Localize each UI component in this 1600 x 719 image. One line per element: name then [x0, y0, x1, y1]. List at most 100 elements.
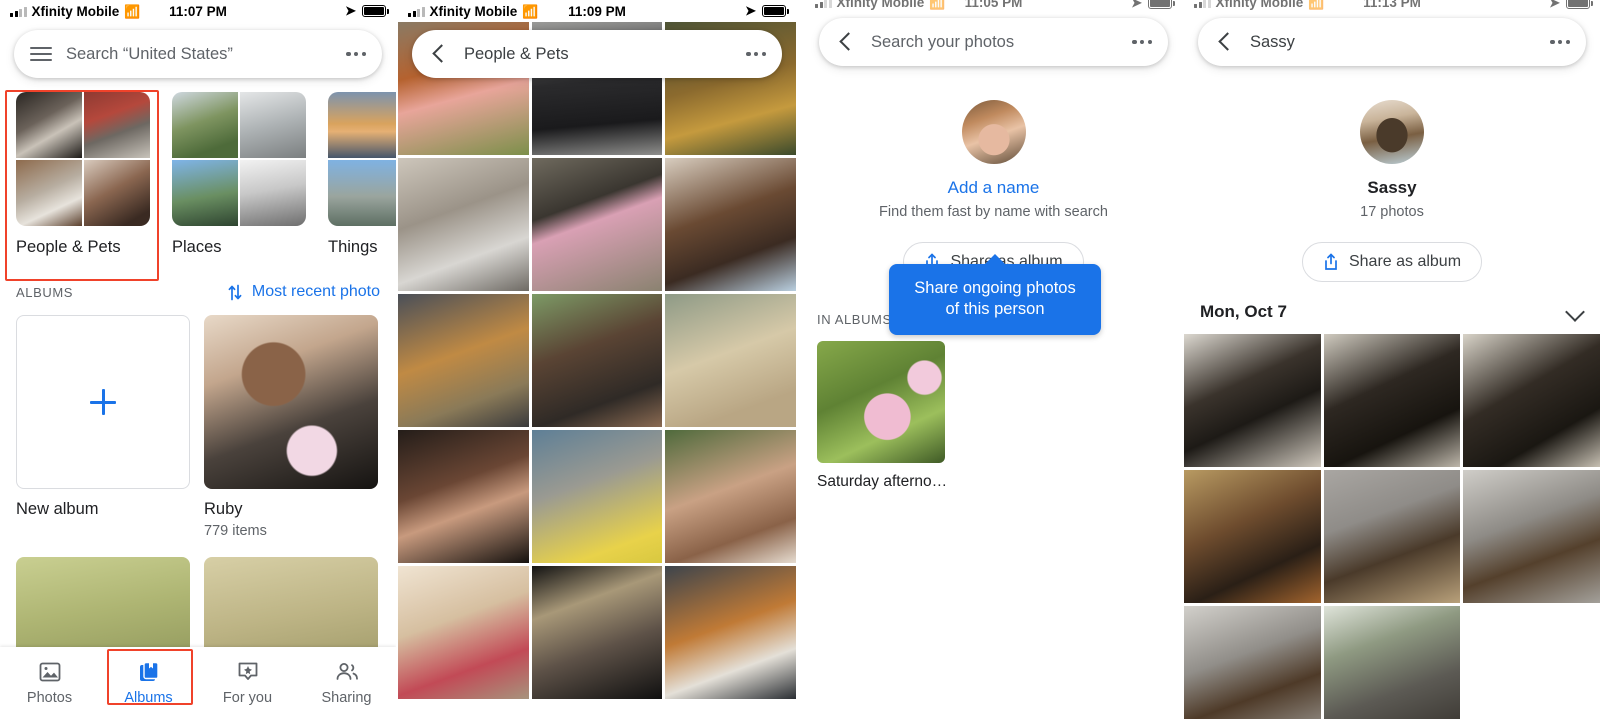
nav-label: Albums	[124, 689, 173, 706]
battery-icon	[362, 5, 389, 17]
status-carrier-group: Xfinity Mobile 📶	[1194, 0, 1324, 10]
category-places[interactable]: Places	[172, 92, 306, 257]
photo-cell[interactable]	[1184, 606, 1321, 719]
date-label: Mon, Oct 7	[1200, 302, 1287, 321]
photo-cell[interactable]	[665, 294, 796, 427]
photo-cell[interactable]	[531, 566, 663, 699]
album-thumbnail[interactable]	[817, 341, 945, 463]
signal-bars-icon	[408, 6, 425, 17]
person-header: Sassy 17 photos	[1184, 82, 1600, 220]
photo-cell[interactable]	[1323, 334, 1461, 467]
carrier-label: Xfinity Mobile	[836, 0, 925, 10]
photo-cell[interactable]	[1184, 470, 1321, 603]
wifi-icon: 📶	[1308, 0, 1325, 10]
search-input[interactable]: Search “United States”	[66, 45, 346, 64]
nav-item-photos[interactable]: Photos	[0, 661, 99, 706]
back-chevron-icon[interactable]	[835, 31, 857, 53]
category-thumbnail-grid	[16, 92, 150, 226]
category-people-and-pets[interactable]: People & Pets	[16, 92, 150, 257]
add-a-name-link[interactable]: Add a name	[805, 178, 1182, 198]
albums-section-title: ALBUMS	[16, 284, 74, 300]
chevron-down-icon[interactable]	[1566, 303, 1584, 321]
search-bar[interactable]: Search “United States”	[14, 30, 382, 78]
photo-cell[interactable]	[398, 566, 529, 699]
search-bar[interactable]: Search your photos	[819, 18, 1168, 66]
thumb	[84, 92, 150, 158]
photo-grid	[1184, 334, 1600, 719]
nav-label: Photos	[26, 689, 73, 706]
albums-icon	[136, 661, 162, 683]
photo-cell[interactable]	[531, 158, 663, 291]
album-thumbnail[interactable]	[204, 315, 378, 489]
sort-control[interactable]: Most recent photo	[228, 283, 380, 301]
more-options-icon[interactable]	[746, 51, 766, 57]
foryou-icon	[235, 661, 261, 683]
panel-people-and-pets: Xfinity Mobile 📶 11:09 PM ➤ People & Pet…	[398, 0, 796, 719]
more-options-icon[interactable]	[346, 51, 366, 57]
share-as-album-button[interactable]: Share as album	[1301, 242, 1483, 282]
back-chevron-icon[interactable]	[1214, 31, 1236, 53]
photo-cell[interactable]	[1463, 334, 1600, 467]
photo-cell[interactable]	[531, 430, 663, 563]
photo-cell[interactable]	[665, 158, 796, 291]
status-bar: Xfinity Mobile 📶 11:13 PM ➤	[1184, 0, 1600, 14]
thumb	[172, 92, 238, 158]
wifi-icon: 📶	[522, 3, 539, 19]
albums-row: New album Ruby 779 items	[0, 301, 396, 539]
new-album-tile[interactable]	[16, 315, 190, 489]
photo-cell[interactable]	[1184, 334, 1321, 467]
photo-cell[interactable]	[398, 158, 529, 291]
photo-cell[interactable]	[398, 294, 529, 427]
nav-item-albums[interactable]: Albums	[99, 661, 198, 706]
panel-person-sassy: Xfinity Mobile 📶 11:13 PM ➤ Sassy Sassy …	[1184, 0, 1600, 719]
status-right-group: ➤	[1131, 0, 1175, 11]
photo-cell[interactable]	[531, 294, 663, 427]
hamburger-icon[interactable]	[30, 46, 52, 62]
thumb	[240, 92, 306, 158]
location-arrow-icon: ➤	[1131, 0, 1142, 10]
tooltip-line-1: Share ongoing photos	[914, 279, 1076, 297]
more-options-icon[interactable]	[1550, 39, 1570, 45]
page-title-bar[interactable]: Sassy	[1198, 18, 1586, 66]
status-time: 11:07 PM	[169, 3, 227, 19]
share-button-label: Share as album	[1348, 253, 1462, 270]
person-hint: Find them fast by name with search	[879, 204, 1108, 220]
in-albums-section: IN ALBUMS Saturday afterno…	[805, 312, 1182, 491]
back-chevron-icon[interactable]	[428, 43, 450, 65]
page-title: Sassy	[1250, 32, 1295, 51]
status-carrier-group: Xfinity Mobile 📶	[10, 4, 140, 19]
photo-cell[interactable]	[1323, 470, 1461, 603]
in-album-item[interactable]: Saturday afterno…	[805, 327, 1182, 491]
album-count: 779 items	[204, 523, 267, 539]
photo-cell[interactable]	[665, 566, 796, 699]
nav-item-sharing[interactable]: Sharing	[297, 661, 396, 706]
carrier-label: Xfinity Mobile	[429, 3, 518, 19]
location-arrow-icon: ➤	[1549, 0, 1560, 10]
photo-cell[interactable]	[1323, 606, 1461, 719]
thumb	[172, 160, 238, 226]
nav-item-for-you[interactable]: For you	[198, 661, 297, 706]
page-title-bar[interactable]: People & Pets	[412, 30, 782, 78]
category-thumbnail-grid	[328, 92, 396, 226]
sort-label[interactable]: Most recent photo	[252, 283, 380, 301]
person-photo-count: 17 photos	[1360, 204, 1424, 220]
status-carrier-group: Xfinity Mobile 📶	[408, 4, 538, 19]
date-group-header[interactable]: Mon, Oct 7	[1184, 302, 1600, 322]
avatar[interactable]	[961, 100, 1026, 164]
bottom-navigation: Photos Albums For you Sharing	[0, 647, 396, 719]
category-label: Places	[172, 238, 222, 256]
album-name: Ruby	[204, 500, 243, 518]
photo-cell[interactable]	[398, 430, 529, 563]
album-new[interactable]: New album	[16, 315, 190, 539]
sort-arrows-icon	[228, 284, 242, 301]
signal-bars-icon	[1194, 0, 1211, 8]
avatar[interactable]	[1360, 100, 1424, 164]
more-options-icon[interactable]	[1132, 39, 1152, 45]
album-ruby[interactable]: Ruby 779 items	[204, 315, 378, 539]
search-input[interactable]: Search your photos	[871, 33, 1132, 52]
wifi-icon: 📶	[124, 3, 141, 19]
category-things[interactable]: Things	[328, 92, 396, 257]
photo-cell[interactable]	[665, 430, 796, 563]
plus-icon	[90, 389, 116, 415]
photo-cell[interactable]	[1463, 470, 1600, 603]
